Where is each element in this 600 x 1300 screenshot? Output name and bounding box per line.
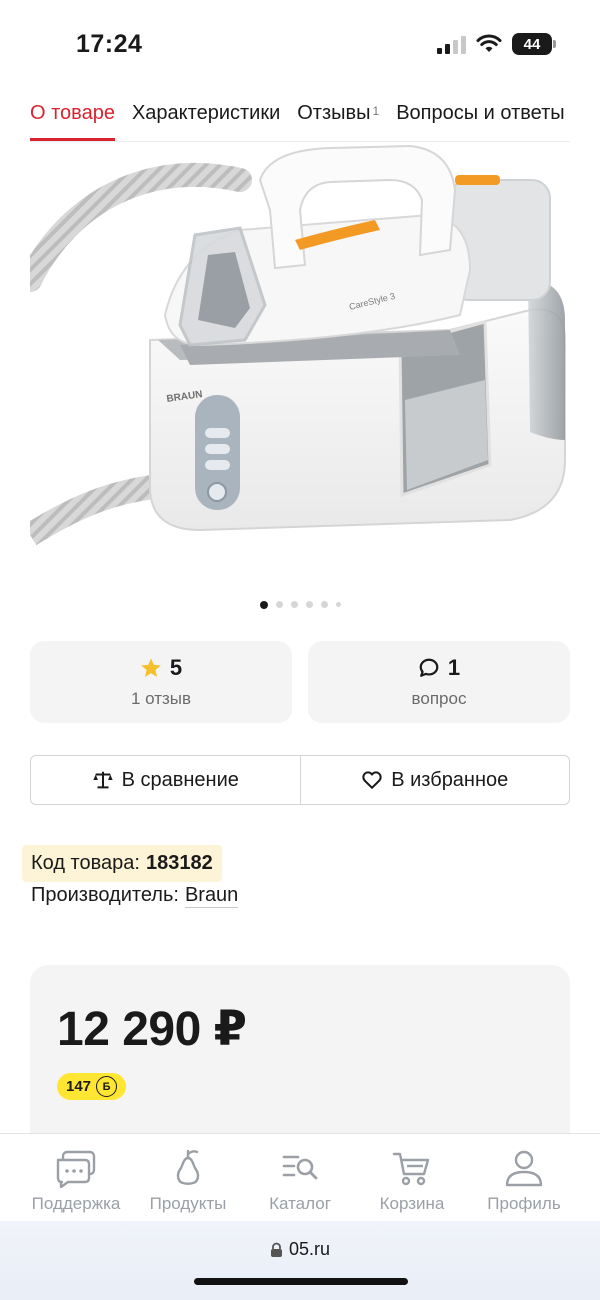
compare-scales-icon xyxy=(92,771,113,789)
manufacturer-link[interactable]: Braun xyxy=(184,884,239,908)
product-tabs: О товаре Характеристики Отзывы 1 Вопросы … xyxy=(30,98,570,142)
product-code-value: 183182 xyxy=(145,852,213,874)
nav-catalog[interactable]: Каталог xyxy=(244,1134,356,1221)
price: 12 290 ₽ xyxy=(57,1003,247,1056)
reviews-count: 1 xyxy=(372,104,380,118)
wifi-icon xyxy=(476,34,502,52)
steam-iron-illustration: BRAUN CareStyle 3 xyxy=(18,144,566,546)
image-pagination[interactable] xyxy=(0,601,600,609)
pagination-dot[interactable] xyxy=(259,601,268,609)
tab-questions[interactable]: Вопросы и ответы xyxy=(396,98,564,141)
profile-icon xyxy=(505,1150,543,1187)
favorite-button[interactable]: В избранное xyxy=(299,756,570,804)
battery-indicator: 44 xyxy=(512,33,556,55)
summary-cards: 5 1 отзыв 1 вопрос xyxy=(30,641,570,723)
pagination-dot[interactable] xyxy=(290,601,298,608)
tab-about[interactable]: О товаре xyxy=(30,98,115,141)
nav-profile[interactable]: Профиль xyxy=(468,1134,580,1221)
questions-value: 1 xyxy=(447,655,461,680)
chat-icon xyxy=(56,1150,96,1188)
pagination-dot[interactable] xyxy=(275,601,283,608)
home-indicator[interactable] xyxy=(194,1278,408,1285)
browser-address-bar: 05.ru xyxy=(0,1221,600,1300)
product-image[interactable]: BRAUN CareStyle 3 xyxy=(18,140,570,560)
heart-icon xyxy=(362,771,382,789)
status-time: 17:24 xyxy=(76,30,143,58)
product-code[interactable]: Код товара: 183182 xyxy=(22,845,222,882)
url-field[interactable]: 05.ru xyxy=(0,1239,600,1260)
bottom-nav: Поддержка Продукты Каталог Корзина Профи… xyxy=(0,1133,600,1221)
status-bar: 17:24 44 xyxy=(0,0,600,90)
compare-button[interactable]: В сравнение xyxy=(31,756,300,804)
questions-card[interactable]: 1 вопрос xyxy=(308,641,570,723)
nav-cart[interactable]: Корзина xyxy=(356,1134,468,1221)
catalog-search-icon xyxy=(282,1155,318,1180)
reviews-count-label: 1 отзыв xyxy=(130,689,192,708)
nav-support[interactable]: Поддержка xyxy=(20,1134,132,1221)
nav-products[interactable]: Продукты xyxy=(132,1134,244,1221)
bonus-badge[interactable]: 147 Б xyxy=(57,1073,127,1100)
status-icons: 44 xyxy=(437,33,556,55)
manufacturer: Производитель: Braun xyxy=(31,884,239,908)
pagination-dot[interactable] xyxy=(335,602,341,607)
pagination-dot[interactable] xyxy=(305,601,313,608)
tab-specs[interactable]: Характеристики xyxy=(132,98,280,141)
star-icon xyxy=(141,658,161,677)
product-actions: В сравнение В избранное xyxy=(30,755,570,805)
bonus-coin-icon: Б xyxy=(96,1076,118,1097)
tab-reviews[interactable]: Отзывы 1 xyxy=(297,98,379,141)
cellular-signal-icon xyxy=(437,34,466,54)
rating-value: 5 xyxy=(169,655,183,680)
lock-icon xyxy=(270,1242,282,1257)
speech-bubble-icon xyxy=(419,658,439,677)
pear-icon xyxy=(176,1149,200,1185)
pagination-dot[interactable] xyxy=(320,601,328,608)
rating-card[interactable]: 5 1 отзыв xyxy=(30,641,292,723)
questions-label: вопрос xyxy=(411,689,467,708)
cart-icon xyxy=(392,1152,430,1186)
